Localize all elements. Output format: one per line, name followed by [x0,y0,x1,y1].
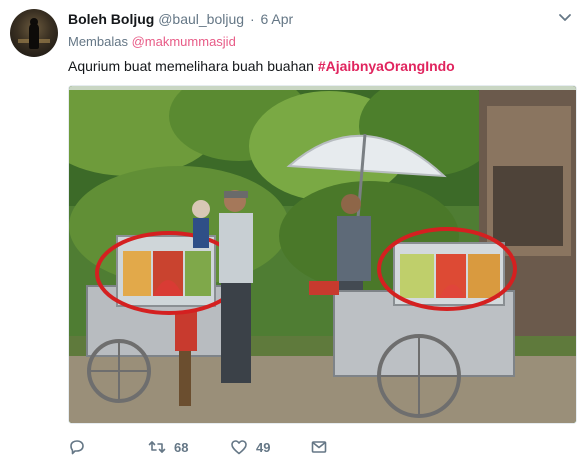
heart-icon [231,440,247,455]
retweet-button[interactable]: 68 [148,436,188,458]
reply-mention-link[interactable]: @makmummasjid [132,34,236,49]
author-name[interactable]: Boleh Boljug [68,11,154,27]
like-button[interactable]: 49 [230,436,270,458]
photo-illustration [69,86,576,423]
reply-button[interactable] [68,436,86,458]
tweet-header: Boleh Boljug @baul_boljug · 6 Apr [68,11,293,27]
author-handle[interactable]: @baul_boljug [158,11,244,27]
separator-dot: · [249,11,255,27]
like-count: 49 [256,439,271,455]
tweet-actions: 68 49 [68,436,508,458]
avatar[interactable] [10,9,58,57]
tweet-body: Aqurium buat memelihara buah buahan [68,58,314,74]
chevron-down-icon[interactable] [558,13,572,23]
reply-prefix: Membalas [68,34,128,49]
retweet-count: 68 [174,439,189,455]
tweet-date[interactable]: 6 Apr [261,11,294,27]
envelope-icon [311,441,327,453]
direct-message-button[interactable] [310,436,328,458]
tweet-text: Aqurium buat memelihara buah buahan #Aja… [68,58,455,74]
reply-context: Membalas @makmummasjid [68,34,236,49]
avatar-figure [29,23,39,49]
tweet-card: Boleh Boljug @baul_boljug · 6 Apr Membal… [0,0,587,465]
retweet-icon [148,441,166,453]
hashtag-link[interactable]: #AjaibnyaOrangIndo [318,58,455,74]
reply-icon [70,440,84,455]
tweet-photo[interactable] [68,85,577,424]
